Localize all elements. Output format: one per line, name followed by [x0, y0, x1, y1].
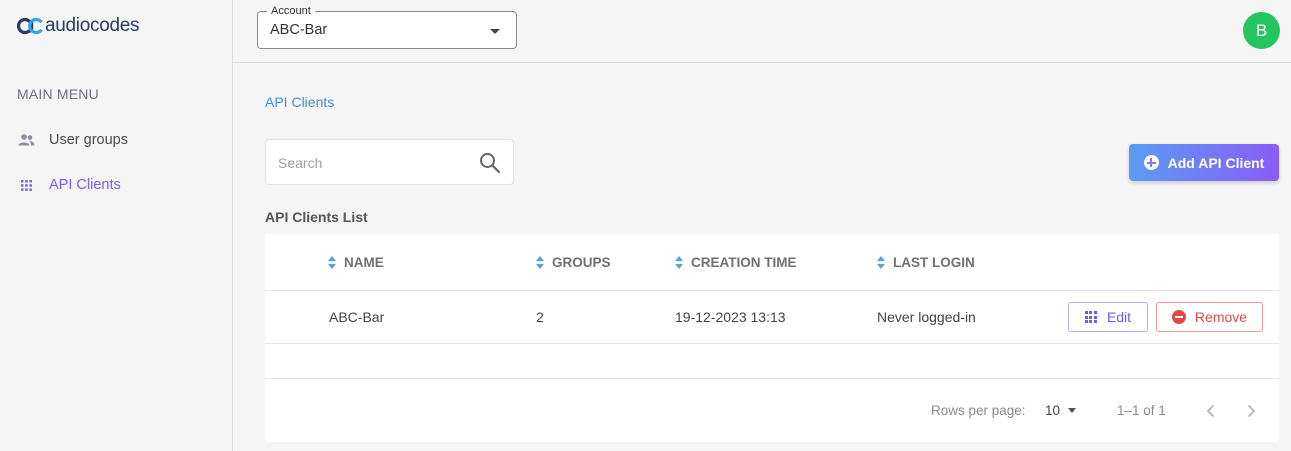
api-clients-list-title: API Clients List [265, 209, 368, 225]
table-header: NAME GROUPS CREATION TIME LAST LOGIN [265, 234, 1279, 291]
column-header-label: CREATION TIME [691, 255, 797, 270]
brand-name: audiocodes [45, 15, 140, 36]
edit-button[interactable]: Edit [1068, 302, 1148, 332]
previous-page-button[interactable] [1199, 399, 1223, 423]
pagination-range: 1–1 of 1 [1117, 403, 1166, 418]
sidebar: audiocodes MAIN MENU User groups API Cli… [0, 0, 233, 451]
cell-creation-time: 19-12-2023 13:13 [675, 309, 786, 325]
grid-icon [1084, 311, 1097, 323]
user-avatar[interactable]: B [1243, 12, 1280, 49]
users-icon [17, 131, 35, 149]
next-page-button[interactable] [1239, 399, 1263, 423]
table-row: ABC-Bar 2 19-12-2023 13:13 Never logged-… [265, 291, 1279, 344]
breadcrumb-api-clients[interactable]: API Clients [265, 94, 334, 110]
column-header-groups[interactable]: GROUPS [536, 255, 611, 270]
chevron-right-icon [1247, 404, 1256, 418]
main-menu-title: MAIN MENU [17, 86, 99, 102]
cell-name: ABC-Bar [329, 309, 385, 325]
column-header-label: NAME [344, 255, 384, 270]
cell-last-login: Never logged-in [877, 309, 976, 325]
audiocodes-logo-icon [17, 17, 43, 35]
minus-circle-icon [1171, 310, 1186, 324]
account-select-label: Account [267, 4, 315, 18]
column-header-name[interactable]: NAME [328, 255, 384, 270]
plus-circle-icon [1143, 155, 1159, 170]
search-icon[interactable] [479, 152, 501, 174]
account-select-value: ABC-Bar [270, 22, 328, 38]
sidebar-item-user-groups[interactable]: User groups [0, 122, 232, 158]
edit-button-label: Edit [1106, 309, 1132, 325]
sidebar-item-label: API Clients [49, 177, 121, 193]
api-clients-table: NAME GROUPS CREATION TIME LAST LOGIN ABC… [265, 234, 1279, 442]
sidebar-item-api-clients[interactable]: API Clients [0, 167, 232, 203]
table-empty-row [265, 344, 1279, 379]
column-header-creation-time[interactable]: CREATION TIME [675, 255, 797, 270]
chevron-left-icon [1206, 404, 1215, 418]
audiocodes-logo[interactable]: audiocodes [17, 14, 140, 38]
sort-icon [536, 255, 545, 270]
search-box [265, 139, 514, 185]
rows-per-page-value: 10 [1045, 403, 1061, 418]
caret-down-icon [1068, 408, 1077, 413]
remove-button[interactable]: Remove [1156, 302, 1263, 332]
column-header-last-login[interactable]: LAST LOGIN [877, 255, 975, 270]
top-header: Account ABC-Bar B [233, 0, 1291, 63]
remove-button-label: Remove [1194, 309, 1248, 325]
table-pagination: Rows per page: 10 1–1 of 1 [265, 379, 1279, 442]
add-api-client-button[interactable]: Add API Client [1129, 144, 1279, 181]
rows-per-page-select[interactable]: 10 [1045, 403, 1077, 418]
column-header-label: GROUPS [552, 255, 611, 270]
caret-down-icon [490, 29, 500, 34]
cell-groups: 2 [536, 309, 544, 325]
search-input[interactable] [278, 153, 468, 173]
account-select[interactable]: Account ABC-Bar [257, 4, 517, 49]
sidebar-item-label: User groups [49, 132, 128, 148]
sort-icon [328, 255, 337, 270]
add-api-client-label: Add API Client [1167, 154, 1265, 171]
rows-per-page-label: Rows per page: [931, 403, 1026, 418]
column-header-label: LAST LOGIN [893, 255, 975, 270]
grid-icon [17, 176, 35, 194]
sort-icon [675, 255, 684, 270]
sort-icon [877, 255, 886, 270]
